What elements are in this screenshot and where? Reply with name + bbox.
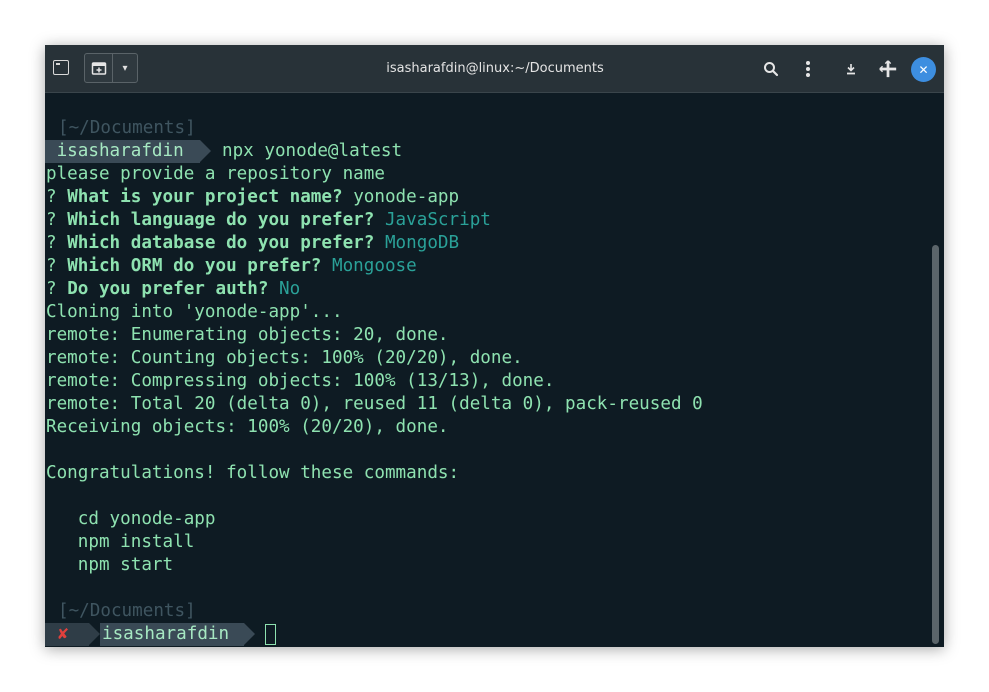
close-icon: ✕ xyxy=(918,62,929,77)
output-line: npm install xyxy=(46,532,195,552)
close-button[interactable]: ✕ xyxy=(911,57,936,82)
new-tab-button-group: ▾ xyxy=(84,53,138,83)
output-line: remote: Total 20 (delta 0), reused 11 (d… xyxy=(46,394,703,414)
window-title: isasharafdin@linux:~/Documents xyxy=(386,61,604,76)
error-status-icon: ✘ xyxy=(58,624,69,644)
prompt-directory: [~/Documents] xyxy=(58,601,196,621)
title-bar: ▾ isasharafdin@linux:~/Documents ✕ xyxy=(45,45,944,93)
prompt-username: isasharafdin xyxy=(46,141,184,161)
search-icon xyxy=(764,62,779,77)
maximize-icon xyxy=(879,60,897,78)
output-line: remote: Compressing objects: 100% (13/13… xyxy=(46,371,555,391)
new-tab-icon xyxy=(91,62,106,75)
prompt-arrow xyxy=(89,623,100,645)
question-line: ? Which database do you prefer? MongoDB xyxy=(46,233,460,253)
question-line: ? What is your project name? yonode-app xyxy=(46,187,460,207)
new-tab-dropdown-button[interactable]: ▾ xyxy=(113,54,137,82)
menu-button[interactable] xyxy=(798,59,818,79)
question-line: ? Do you prefer auth? No xyxy=(46,279,301,299)
terminal-app-icon xyxy=(53,60,69,75)
entered-command: npx yonode@latest xyxy=(222,141,403,161)
question-line: ? Which language do you prefer? JavaScri… xyxy=(46,210,491,230)
output-line: Congratulations! follow these commands: xyxy=(46,463,460,483)
output-line: please provide a repository name xyxy=(46,164,385,184)
prompt-arrow xyxy=(200,140,211,162)
prompt-username: isasharafdin xyxy=(102,624,230,644)
prompt-arrow xyxy=(244,623,255,645)
text-cursor xyxy=(265,624,276,645)
output-line: Cloning into 'yonode-app'... xyxy=(46,302,343,322)
minimize-button[interactable] xyxy=(841,59,861,79)
output-line: remote: Counting objects: 100% (20/20), … xyxy=(46,348,523,368)
kebab-menu-icon xyxy=(806,61,810,77)
minimize-icon xyxy=(847,64,855,75)
output-line: cd yonode-app xyxy=(46,509,216,529)
maximize-button[interactable] xyxy=(878,59,898,79)
scrollbar-thumb[interactable] xyxy=(932,245,939,644)
output-line: remote: Enumerating objects: 20, done. xyxy=(46,325,449,345)
question-line: ? Which ORM do you prefer? Mongoose xyxy=(46,256,417,276)
terminal-window: ▾ isasharafdin@linux:~/Documents ✕ [~/Do… xyxy=(45,45,944,647)
search-button[interactable] xyxy=(761,59,781,79)
new-tab-button[interactable] xyxy=(85,54,113,82)
terminal-output[interactable]: [~/Documents] isasharafdin npx yonode@la… xyxy=(45,93,944,647)
output-line: Receiving objects: 100% (20/20), done. xyxy=(46,417,449,437)
prompt-directory: [~/Documents] xyxy=(58,118,196,138)
output-line: npm start xyxy=(46,555,174,575)
